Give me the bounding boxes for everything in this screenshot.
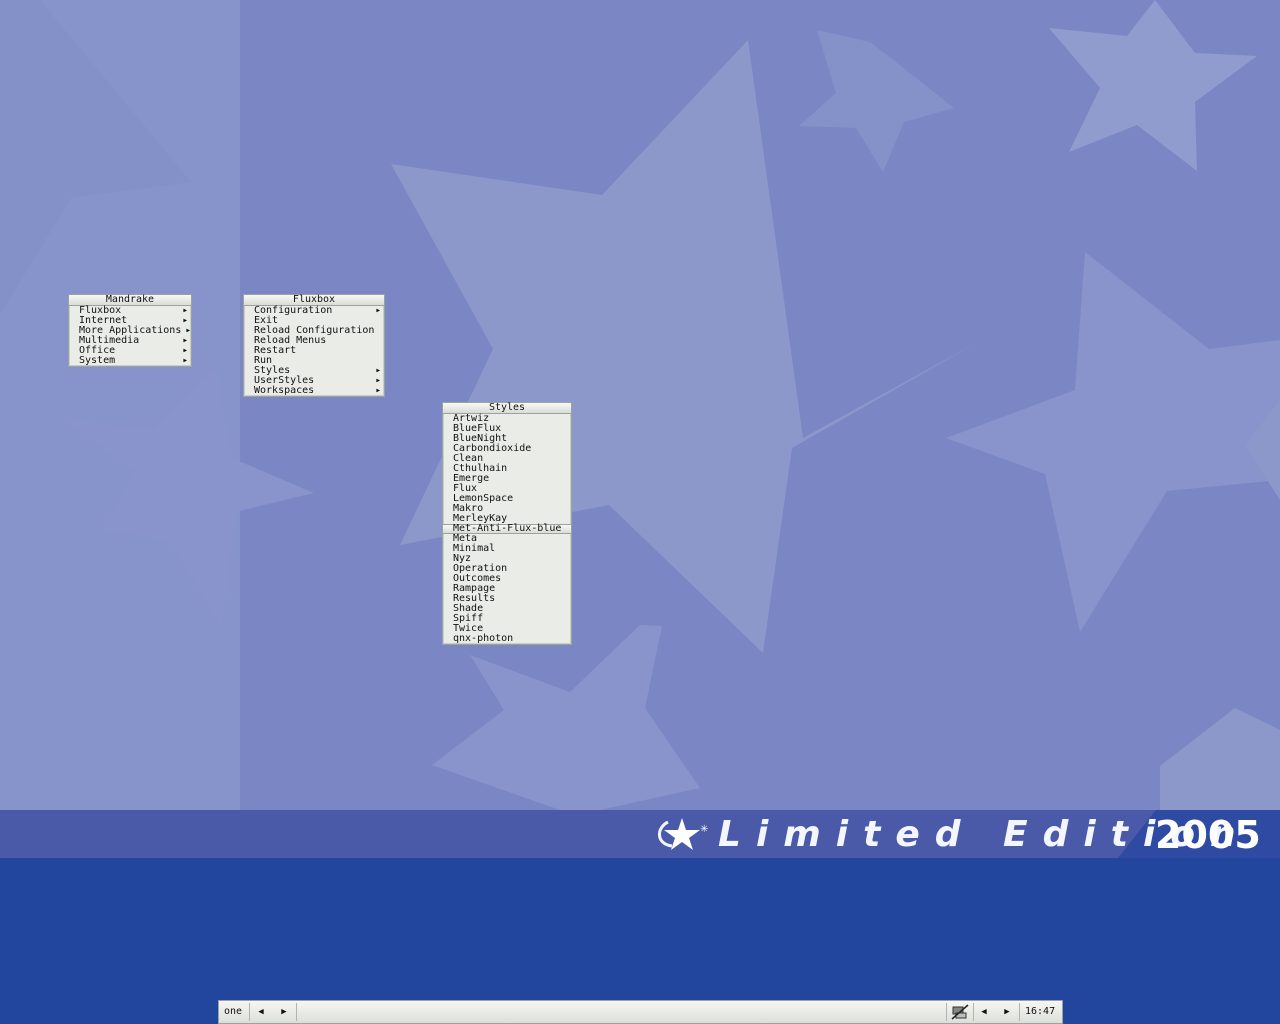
- submenu-arrow-icon: ▶: [183, 307, 187, 314]
- submenu-arrow-icon: ▶: [376, 307, 380, 314]
- styles-list: Artwiz BlueFlux BlueNight Carbondioxide Clea…: [443, 414, 571, 644]
- mandrake-menu: Mandrake Fluxbox ▶ Internet ▶ More Applica…: [68, 294, 192, 367]
- workspace-name[interactable]: one: [224, 1005, 242, 1019]
- desktop[interactable]: ✳ Limited Edition 2005 Mandrake Fluxbox ▶…: [0, 0, 1280, 1024]
- toolbar-divider: [249, 1003, 250, 1021]
- submenu-arrow-icon: ▶: [376, 377, 380, 384]
- toolbar-divider: [1019, 1003, 1020, 1021]
- network-icon[interactable]: [951, 1004, 969, 1020]
- brand-year: 2005: [1155, 813, 1261, 857]
- submenu-arrow-icon: ▶: [376, 367, 380, 374]
- menu-item-label: Workspaces: [254, 385, 315, 396]
- style-item-qnx-photon[interactable]: qnx-photon: [443, 634, 571, 644]
- menu-item-label: System: [79, 355, 116, 366]
- toolbar-divider: [946, 1003, 947, 1021]
- menu-item-system[interactable]: System ▶: [69, 356, 191, 366]
- submenu-arrow-icon: ▶: [376, 387, 380, 394]
- menu-item-label: qnx-photon: [453, 633, 514, 644]
- next-window-button[interactable]: ▶: [998, 1005, 1016, 1019]
- toolbar-divider: [296, 1003, 297, 1021]
- toolbar-divider: [973, 1003, 974, 1021]
- submenu-arrow-icon: ▶: [183, 347, 187, 354]
- styles-menu: Styles Artwiz BlueFlux BlueNight Carbondiox…: [442, 402, 572, 645]
- submenu-arrow-icon: ▶: [183, 357, 187, 364]
- menu-item-workspaces[interactable]: Workspaces ▶: [244, 386, 384, 396]
- submenu-arrow-icon: ▶: [183, 317, 187, 324]
- fluxbox-menu: Fluxbox Configuration ▶ Exit Reload Confi…: [243, 294, 385, 397]
- submenu-arrow-icon: ▶: [183, 337, 187, 344]
- next-workspace-button[interactable]: ▶: [275, 1005, 293, 1019]
- submenu-arrow-icon: ▶: [186, 327, 190, 334]
- svg-text:✳: ✳: [700, 824, 708, 835]
- fluxbox-toolbar: one ◀ ▶ ◀ ▶ 16:47: [218, 1000, 1063, 1024]
- prev-window-button[interactable]: ◀: [975, 1005, 993, 1019]
- prev-workspace-button[interactable]: ◀: [252, 1005, 270, 1019]
- clock: 16:47: [1025, 1006, 1056, 1017]
- star-logo-icon: ✳: [658, 818, 708, 850]
